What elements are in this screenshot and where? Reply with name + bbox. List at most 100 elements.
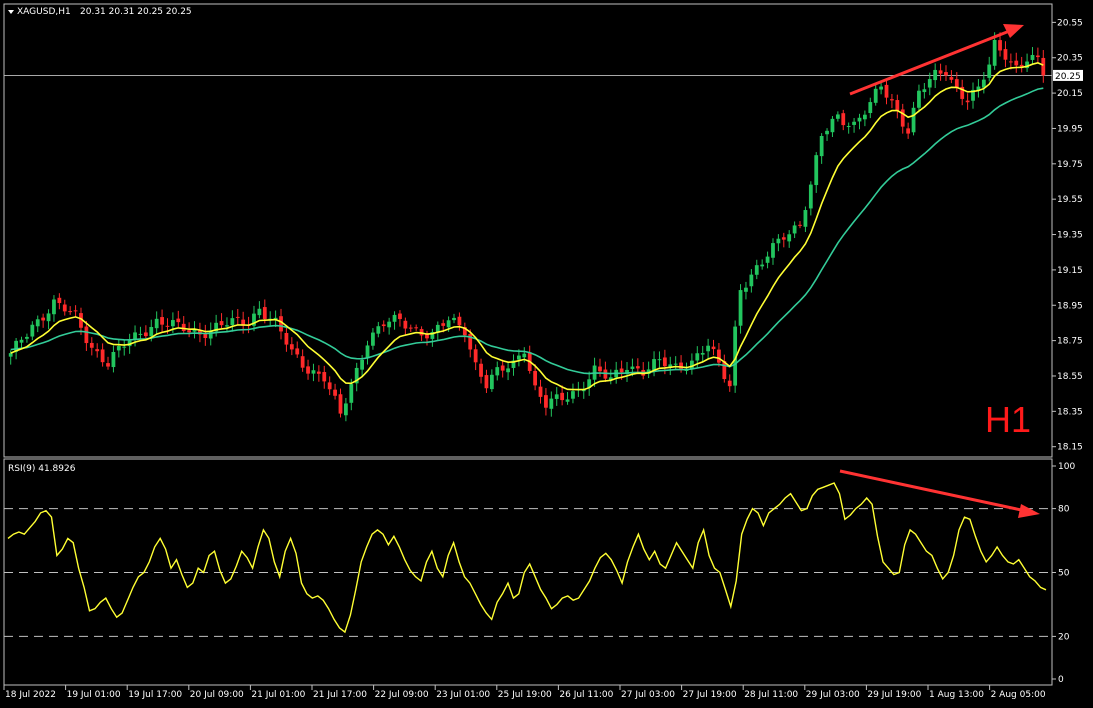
price-tick-label: 18.15 xyxy=(1057,443,1083,453)
candle-body xyxy=(857,117,862,122)
candle-body xyxy=(484,375,489,389)
candle-body xyxy=(187,330,192,333)
candle-body xyxy=(235,316,240,318)
candle-body xyxy=(138,333,143,335)
candle-body xyxy=(489,374,494,390)
candle-body xyxy=(765,256,770,263)
rsi-tick-label: 50 xyxy=(1058,569,1070,579)
candle-body xyxy=(35,319,40,327)
candle-body xyxy=(387,321,392,328)
time-tick-label: 29 Jul 19:00 xyxy=(867,690,921,700)
candle-body xyxy=(992,39,997,66)
candle-body xyxy=(554,394,559,399)
candle-body xyxy=(414,327,419,329)
candle-body xyxy=(868,102,873,114)
candle-body xyxy=(506,368,510,373)
time-tick-label: 26 Jul 11:00 xyxy=(559,690,613,700)
candle-body xyxy=(754,265,759,275)
candle-body xyxy=(306,366,310,374)
candle-body xyxy=(549,398,554,409)
price-tick-label: 18.55 xyxy=(1057,372,1083,382)
price-tick-label: 19.95 xyxy=(1057,124,1083,134)
rsi-tick-label: 100 xyxy=(1058,462,1075,472)
candle-body xyxy=(700,352,705,355)
candle-body xyxy=(371,332,375,346)
candle-body xyxy=(522,353,527,358)
price-tick-label: 18.35 xyxy=(1057,407,1083,417)
price-tick-label: 18.95 xyxy=(1057,301,1083,311)
candle-body xyxy=(473,349,478,363)
candle-body xyxy=(830,118,835,133)
candle-body xyxy=(225,325,229,327)
chart-header: XAGUSD,H1 20.31 20.31 20.25 20.25 xyxy=(8,7,192,17)
time-tick-label: 29 Jul 03:00 xyxy=(806,690,860,700)
candle-body xyxy=(338,394,343,414)
candle-body xyxy=(89,342,94,348)
candle-body xyxy=(852,121,856,125)
candle-body xyxy=(895,100,900,111)
candle-body xyxy=(403,320,408,329)
candle-body xyxy=(381,324,386,327)
candle-body xyxy=(1003,49,1008,60)
candle-body xyxy=(295,348,300,355)
candle-body xyxy=(711,346,716,350)
candle-body xyxy=(1035,55,1040,58)
candle-body xyxy=(652,359,656,371)
candle-body xyxy=(398,313,402,320)
candle-body xyxy=(170,320,175,327)
candle-body xyxy=(1014,60,1019,66)
candle-body xyxy=(176,318,181,323)
candle-body xyxy=(776,238,781,244)
candle-body xyxy=(965,100,970,103)
candle-body xyxy=(143,332,148,337)
chart-background xyxy=(0,0,1093,708)
candle-body xyxy=(365,345,370,359)
candle-body xyxy=(819,135,824,157)
time-tick-label: 23 Jul 01:00 xyxy=(436,690,490,700)
candle-body xyxy=(673,363,678,365)
candle-body xyxy=(598,366,602,372)
candle-body xyxy=(360,359,365,370)
candle-body xyxy=(571,391,575,399)
candle-body xyxy=(933,69,938,81)
candle-body xyxy=(922,89,927,93)
candle-body xyxy=(376,326,381,334)
candle-body xyxy=(565,399,570,402)
candle-body xyxy=(727,380,732,387)
time-tick-label: 27 Jul 19:00 xyxy=(683,690,737,700)
candle-body xyxy=(408,327,413,329)
time-tick-label: 1 Aug 13:00 xyxy=(929,690,984,700)
candle-body xyxy=(52,299,56,315)
time-tick-label: 19 Jul 17:00 xyxy=(128,690,182,700)
candle-body xyxy=(879,86,884,90)
candle-body xyxy=(1008,61,1013,63)
candle-body xyxy=(452,317,456,321)
candle-body xyxy=(981,79,986,88)
candle-body xyxy=(441,323,446,326)
price-tick-label: 19.55 xyxy=(1057,195,1083,205)
candle-body xyxy=(560,392,565,401)
candle-body xyxy=(500,365,505,371)
candle-body xyxy=(57,297,62,304)
candle-body xyxy=(257,308,262,316)
candle-body xyxy=(327,382,332,390)
candle-body xyxy=(619,368,624,373)
candle-body xyxy=(316,371,321,374)
trading-chart[interactable]: 20.55 20.35 20.15 19.95 19.75 19.55 19.35 19.15… xyxy=(0,0,1093,708)
candle-body xyxy=(1041,57,1046,76)
candle-body xyxy=(73,310,78,312)
candle-body xyxy=(122,346,127,348)
candle-body xyxy=(479,363,483,377)
candle-body xyxy=(84,326,89,344)
candle-body xyxy=(181,323,186,332)
candle-body xyxy=(300,356,305,368)
time-tick-label: 19 Jul 01:00 xyxy=(67,690,121,700)
candle-body xyxy=(230,318,235,326)
current-price-tag: 20.25 xyxy=(1053,69,1083,82)
candle-body xyxy=(749,274,754,287)
candle-body xyxy=(744,287,748,292)
candle-body xyxy=(917,90,921,108)
candle-body xyxy=(343,403,348,416)
candle-body xyxy=(160,317,164,325)
price-tick-label: 19.75 xyxy=(1057,160,1083,170)
